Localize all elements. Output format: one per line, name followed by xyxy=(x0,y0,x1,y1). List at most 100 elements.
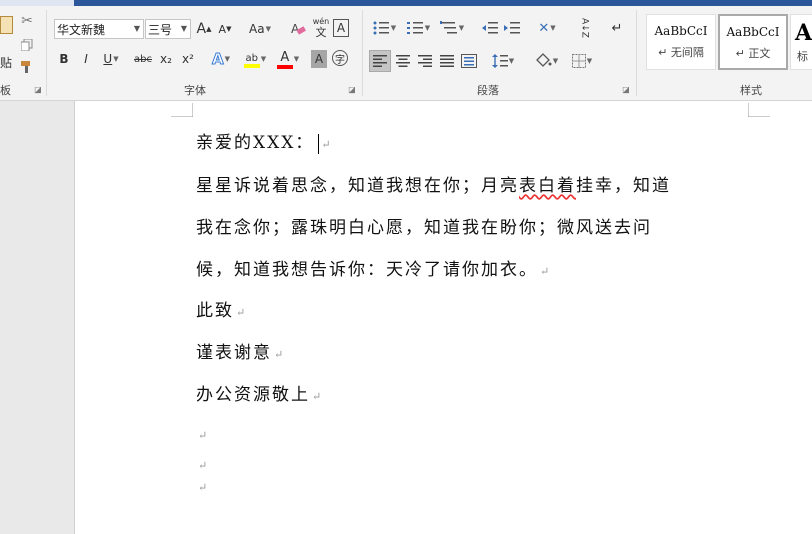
paragraph-mark: ↵ xyxy=(236,306,248,319)
doc-line-text: 亲爱的XXX： xyxy=(196,133,315,153)
doc-line-text: 谨表谢意 xyxy=(196,343,272,363)
font-size-value: 三号 xyxy=(148,22,173,37)
doc-line[interactable]: 星星诉说着思念，知道我想在你；月亮表白着挂幸，知道 xyxy=(196,171,671,196)
increase-indent-button[interactable] xyxy=(502,18,522,38)
divider xyxy=(362,10,363,96)
subscript-icon: x₂ xyxy=(160,52,172,66)
char-border-button[interactable]: A xyxy=(333,19,349,37)
pinyin-guide-button[interactable]: wén 文 xyxy=(312,17,330,41)
bullets-icon xyxy=(373,21,389,35)
empty-paragraph[interactable]: ↵ xyxy=(196,424,209,444)
doc-line-text: 候，知道我想告诉你：天冷了请你加衣。 xyxy=(196,260,538,280)
style-no-spacing[interactable]: AaBbCcI ↵ 无间隔 xyxy=(646,14,716,70)
doc-line[interactable]: 办公资源敬上 ↵ xyxy=(196,380,323,405)
strikethrough-button[interactable]: abc xyxy=(133,50,153,68)
text-effect-icon: A xyxy=(212,50,225,69)
distributed-button[interactable] xyxy=(459,50,479,72)
multilevel-list-icon xyxy=(439,21,457,34)
shrink-font-button[interactable]: A ▼ xyxy=(216,19,234,39)
change-case-button[interactable]: Aa ▼ xyxy=(246,19,274,39)
empty-paragraph[interactable]: ↵ xyxy=(196,476,209,496)
decrease-indent-button[interactable] xyxy=(480,18,500,38)
style-name: 无间隔 xyxy=(670,46,704,59)
style-name: 正文 xyxy=(748,47,771,60)
distributed-icon xyxy=(461,54,477,68)
font-color-bar xyxy=(276,64,293,69)
char-border-icon: A xyxy=(336,21,346,35)
align-center-button[interactable] xyxy=(393,50,413,72)
style-sample: AaBbCcI xyxy=(726,25,780,39)
bold-button[interactable]: B xyxy=(56,50,72,68)
document-page[interactable] xyxy=(75,101,812,534)
grow-font-button[interactable]: A ▲ xyxy=(195,19,213,39)
doc-line[interactable]: 我在念你；露珠明白心愿，知道我在盼你；微风送去问 xyxy=(196,213,652,238)
paragraph-mark: ↵ xyxy=(198,459,210,472)
cut-icon[interactable]: ✂ xyxy=(18,12,36,30)
numbering-icon xyxy=(406,22,423,34)
superscript-button[interactable]: x² xyxy=(179,50,197,68)
align-right-button[interactable] xyxy=(415,50,435,72)
clipboard-group-label: 板 xyxy=(0,84,11,97)
font-size-combo[interactable]: 三号 ▼ xyxy=(145,19,191,39)
empty-paragraph[interactable]: ↵ xyxy=(196,454,209,474)
bullets-button[interactable]: ▼ xyxy=(370,18,398,38)
clear-format-button[interactable]: A xyxy=(288,19,308,39)
char-shading-button[interactable]: A xyxy=(311,50,327,68)
font-color-button[interactable]: A ▼ xyxy=(274,48,302,70)
increase-indent-icon xyxy=(504,22,520,34)
doc-line-text: 此致 xyxy=(196,301,234,321)
sort-button[interactable]: A↓Z xyxy=(574,18,594,38)
subscript-button[interactable]: x₂ xyxy=(157,50,175,68)
borders-button[interactable]: ▼ xyxy=(566,50,598,72)
clipboard-launcher-icon[interactable]: ◪ xyxy=(34,86,42,94)
line-spacing-button[interactable]: ▼ xyxy=(488,50,518,72)
italic-button[interactable]: I xyxy=(78,50,94,68)
doc-line[interactable]: 此致 ↵ xyxy=(196,296,247,321)
show-marks-button[interactable]: ↵ xyxy=(608,18,626,38)
change-case-icon: Aa xyxy=(249,22,265,36)
shrink-font-icon: A xyxy=(218,22,227,36)
paste-label: 贴 xyxy=(0,56,13,70)
style-name: 标 xyxy=(797,50,808,63)
justify-button[interactable] xyxy=(437,50,457,72)
chevron-down-icon: ▼ xyxy=(180,24,187,33)
format-painter-icon[interactable] xyxy=(18,58,36,76)
numbering-button[interactable]: ▼ xyxy=(404,18,432,38)
brush-glyph xyxy=(21,61,30,73)
align-left-button[interactable] xyxy=(369,50,391,72)
enclose-char-icon: 字 xyxy=(335,54,345,66)
align-left-icon xyxy=(373,55,387,67)
underline-button[interactable]: U ▼ xyxy=(98,50,124,68)
font-name-value: 华文新魏 xyxy=(57,22,106,37)
paragraph-launcher-icon[interactable]: ◪ xyxy=(622,86,630,94)
chevron-down-icon: ▼ xyxy=(133,24,140,33)
paste-button[interactable]: 贴 xyxy=(0,14,14,70)
text-cursor xyxy=(318,133,320,154)
style-normal[interactable]: AaBbCcI ↵ 正文 xyxy=(718,14,788,70)
font-launcher-icon[interactable]: ◪ xyxy=(348,86,356,94)
return-icon: ↵ xyxy=(658,46,671,59)
paragraph-mark: ↵ xyxy=(198,481,210,494)
multilevel-list-button[interactable]: ▼ xyxy=(438,18,466,38)
highlight-button[interactable]: ab ▼ xyxy=(240,48,270,70)
justify-icon xyxy=(440,55,454,67)
style-heading[interactable]: A 标 xyxy=(790,14,812,70)
text-effect-button[interactable]: A ▼ xyxy=(208,50,234,69)
grow-font-icon: A xyxy=(196,21,207,37)
decrease-indent-icon xyxy=(482,22,498,34)
chinese-layout-button[interactable]: ✕ ▼ xyxy=(532,18,562,38)
chinese-layout-icon: ✕ xyxy=(538,20,550,36)
copy-icon[interactable] xyxy=(18,36,36,54)
doc-line[interactable]: 候，知道我想告诉你：天冷了请你加衣。 ↵ xyxy=(196,255,551,280)
font-name-combo[interactable]: 华文新魏 ▼ xyxy=(54,19,144,39)
shading-button[interactable]: ▼ xyxy=(530,50,562,72)
doc-line[interactable]: 亲爱的XXX： ↵ xyxy=(196,128,333,154)
ribbon: 贴 ✂ 板 ◪ 华文新魏 ▼ 三号 ▼ A ▲ A ▼ Aa ▼ A wén 文 A B … xyxy=(0,6,812,101)
eraser-icon: A xyxy=(291,22,306,36)
line-spacing-icon xyxy=(491,54,508,68)
left-margin-area xyxy=(0,101,75,534)
doc-line[interactable]: 谨表谢意 ↵ xyxy=(196,338,285,363)
style-sample: A xyxy=(795,20,812,46)
enclose-char-button[interactable]: 字 xyxy=(332,50,348,66)
spelling-error-text[interactable]: 表白着 xyxy=(519,176,576,196)
